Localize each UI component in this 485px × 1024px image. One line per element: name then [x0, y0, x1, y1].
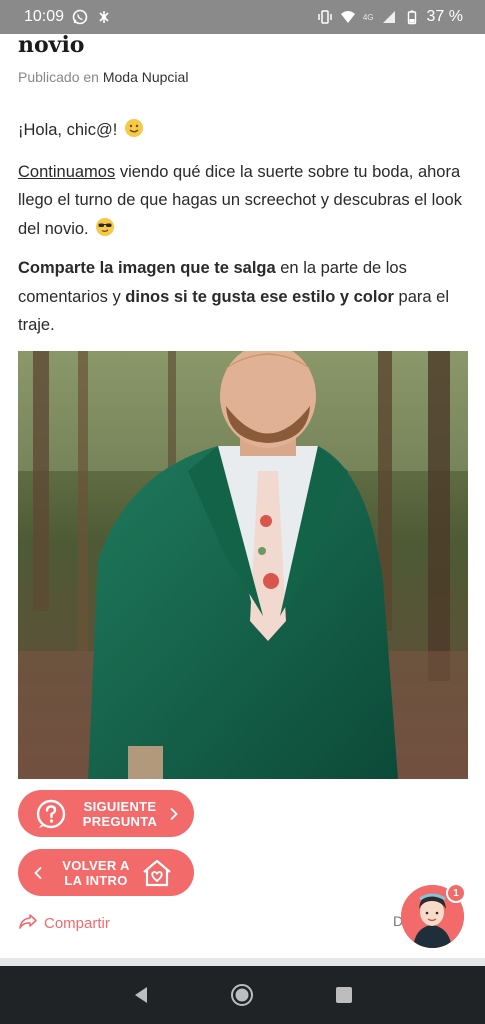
- chevron-right-icon: [169, 807, 179, 821]
- meta-category-link[interactable]: Moda Nupcial: [103, 69, 189, 85]
- share-label: Compartir: [44, 914, 110, 932]
- back-nav-icon[interactable]: [127, 981, 155, 1009]
- meta-prefix: Publicado en: [18, 69, 99, 85]
- back-to-intro-label: VOLVER A LA INTRO: [57, 858, 135, 888]
- notification-badge: 1: [446, 883, 466, 903]
- next-question-button[interactable]: SIGUIENTE PREGUNTA: [18, 790, 194, 837]
- home-nav-icon[interactable]: [228, 981, 256, 1009]
- back-to-intro-button[interactable]: VOLVER A LA INTRO: [18, 849, 194, 896]
- next-question-label: SIGUIENTE PREGUNTA: [79, 799, 161, 829]
- paragraph-share-instructions: Comparte la imagen que te salga en la pa…: [18, 254, 470, 340]
- smile-emoji-icon: [124, 118, 144, 138]
- bottom-divider: [0, 958, 485, 966]
- back-label-line1: VOLVER A: [62, 857, 130, 873]
- paragraph-continue: Continuamos viendo qué dice la suerte so…: [18, 158, 470, 244]
- next-label-line2: PREGUNTA: [82, 813, 158, 829]
- bug-icon: [96, 9, 112, 25]
- question-icon: [35, 798, 67, 830]
- whatsapp-icon: [72, 9, 88, 25]
- status-time: 10:09: [24, 8, 65, 25]
- status-left: 10:09: [24, 8, 112, 26]
- greeting-text: ¡Hola, chic@!: [18, 121, 118, 139]
- vibrate-icon: [317, 9, 333, 25]
- status-right: 4G 37 %: [317, 8, 463, 26]
- house-heart-icon: [140, 856, 174, 890]
- next-label-line1: SIGUIENTE: [83, 798, 157, 814]
- continue-link[interactable]: Continuamos: [18, 163, 115, 181]
- article-content: novio Publicado en Moda Nupcial ¡Hola, c…: [18, 32, 470, 340]
- recents-nav-icon[interactable]: [330, 981, 358, 1009]
- battery-percent: 37 %: [426, 8, 463, 25]
- greeting-paragraph: ¡Hola, chic@!: [18, 116, 470, 145]
- page-title: novio: [18, 32, 85, 58]
- instruction-bold-1: Comparte la imagen que te salga: [18, 259, 276, 277]
- back-label-line2: LA INTRO: [64, 872, 128, 888]
- sunglasses-emoji-icon: [95, 217, 115, 237]
- status-bar: 10:09 4G 37 %: [0, 0, 485, 34]
- wifi-icon: [340, 9, 356, 25]
- network-label: 4G: [362, 12, 374, 22]
- share-link[interactable]: Compartir: [18, 911, 110, 935]
- chevron-left-icon: [33, 866, 43, 880]
- battery-icon: [404, 9, 420, 25]
- article-meta: Publicado en Moda Nupcial: [18, 69, 470, 85]
- signal-icon: [381, 9, 397, 25]
- system-nav-bar: [0, 966, 485, 1024]
- share-icon: [18, 911, 38, 935]
- groom-photo: [18, 351, 468, 779]
- instruction-bold-2: dinos si te gusta ese estilo y color: [125, 287, 394, 306]
